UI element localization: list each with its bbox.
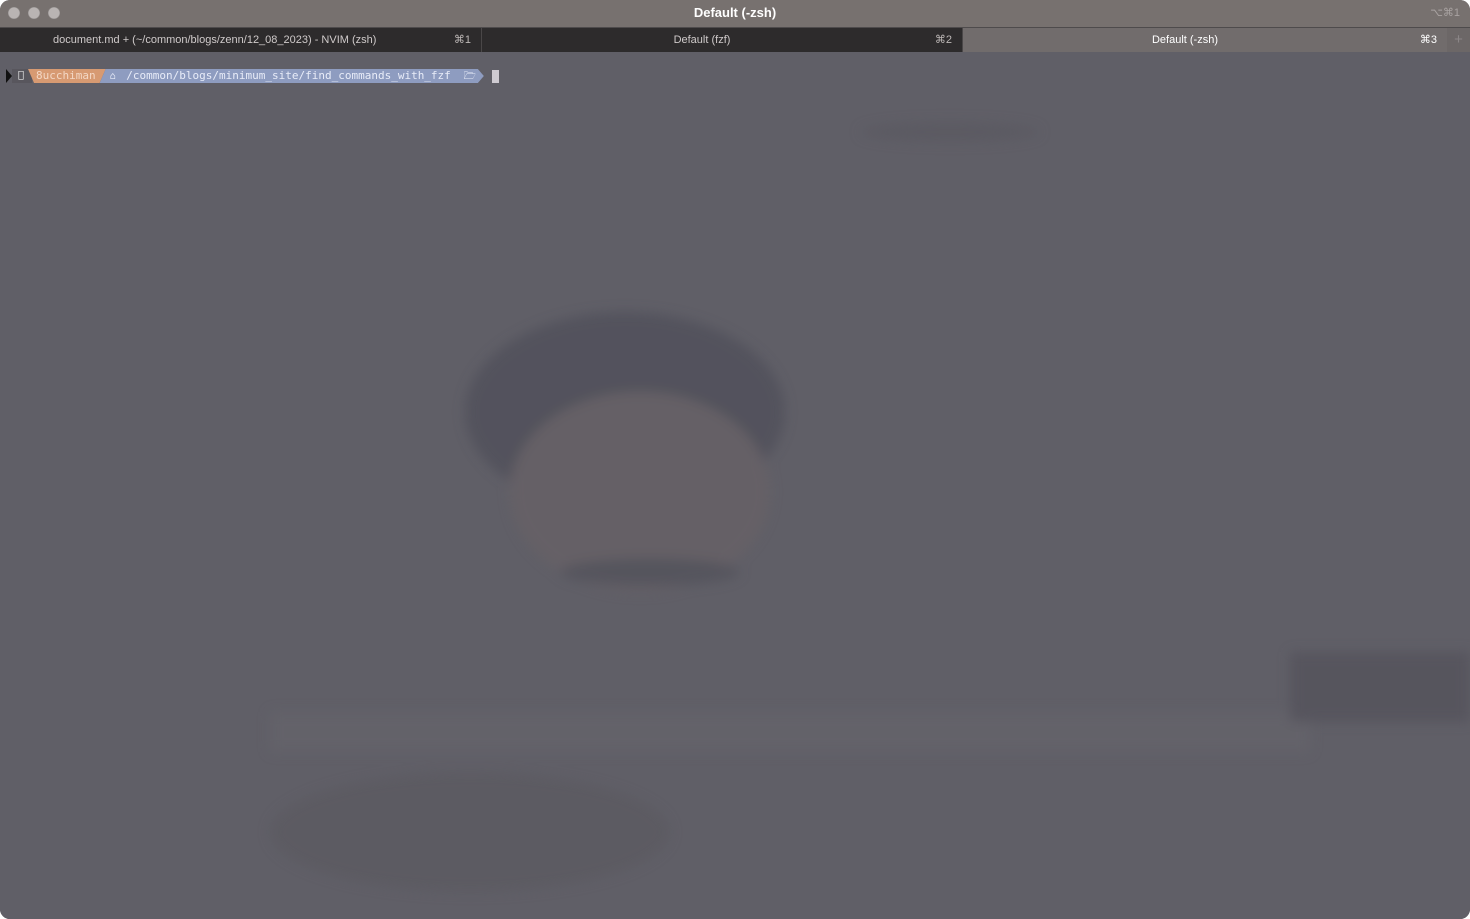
text-cursor [491,69,499,83]
terminal-pane[interactable]:  8ucchiman ⌂ /common/blogs/minimum_site… [0,52,1470,919]
tab-nvim[interactable]: document.md + (~/common/blogs/zenn/12_08… [0,28,482,52]
tab-shortcut: ⌘2 [934,34,952,46]
folder-open-icon: 🗁 [457,71,470,82]
window-title: Default (-zsh) [693,5,777,20]
prompt-path-segment: ⌂ /common/blogs/minimum_site/find_comman… [100,69,484,83]
prompt-user: 8ucchiman [28,69,106,83]
title-bar[interactable]: Default (-zsh) ⌥⌘1 [0,0,1470,28]
tab-shortcut: ⌘1 [453,34,471,46]
prompt-path: /common/blogs/minimum_site/find_commands… [120,69,445,82]
tab-bar: document.md + (~/common/blogs/zenn/12_08… [0,28,1470,52]
tab-zsh-active[interactable]: Default (-zsh) ⌘3 [963,28,1447,52]
home-icon: ⌂ [110,71,116,82]
window-shortcut: ⌥⌘1 [1430,7,1460,19]
tab-label: Default (fzf) [673,34,731,46]
tab-label: Default (-zsh) [1151,34,1219,46]
background-image [0,52,1470,919]
tab-label: document.md + (~/common/blogs/zenn/12_08… [53,34,377,46]
terminal-window: Default (-zsh) ⌥⌘1 document.md + (~/comm… [0,0,1470,919]
tab-shortcut: ⌘3 [1419,34,1437,46]
new-tab-button[interactable]: + [1447,28,1470,52]
tab-fzf[interactable]: Default (fzf) ⌘2 [482,28,963,52]
shell-prompt:  8ucchiman ⌂ /common/blogs/minimum_site… [6,69,499,83]
